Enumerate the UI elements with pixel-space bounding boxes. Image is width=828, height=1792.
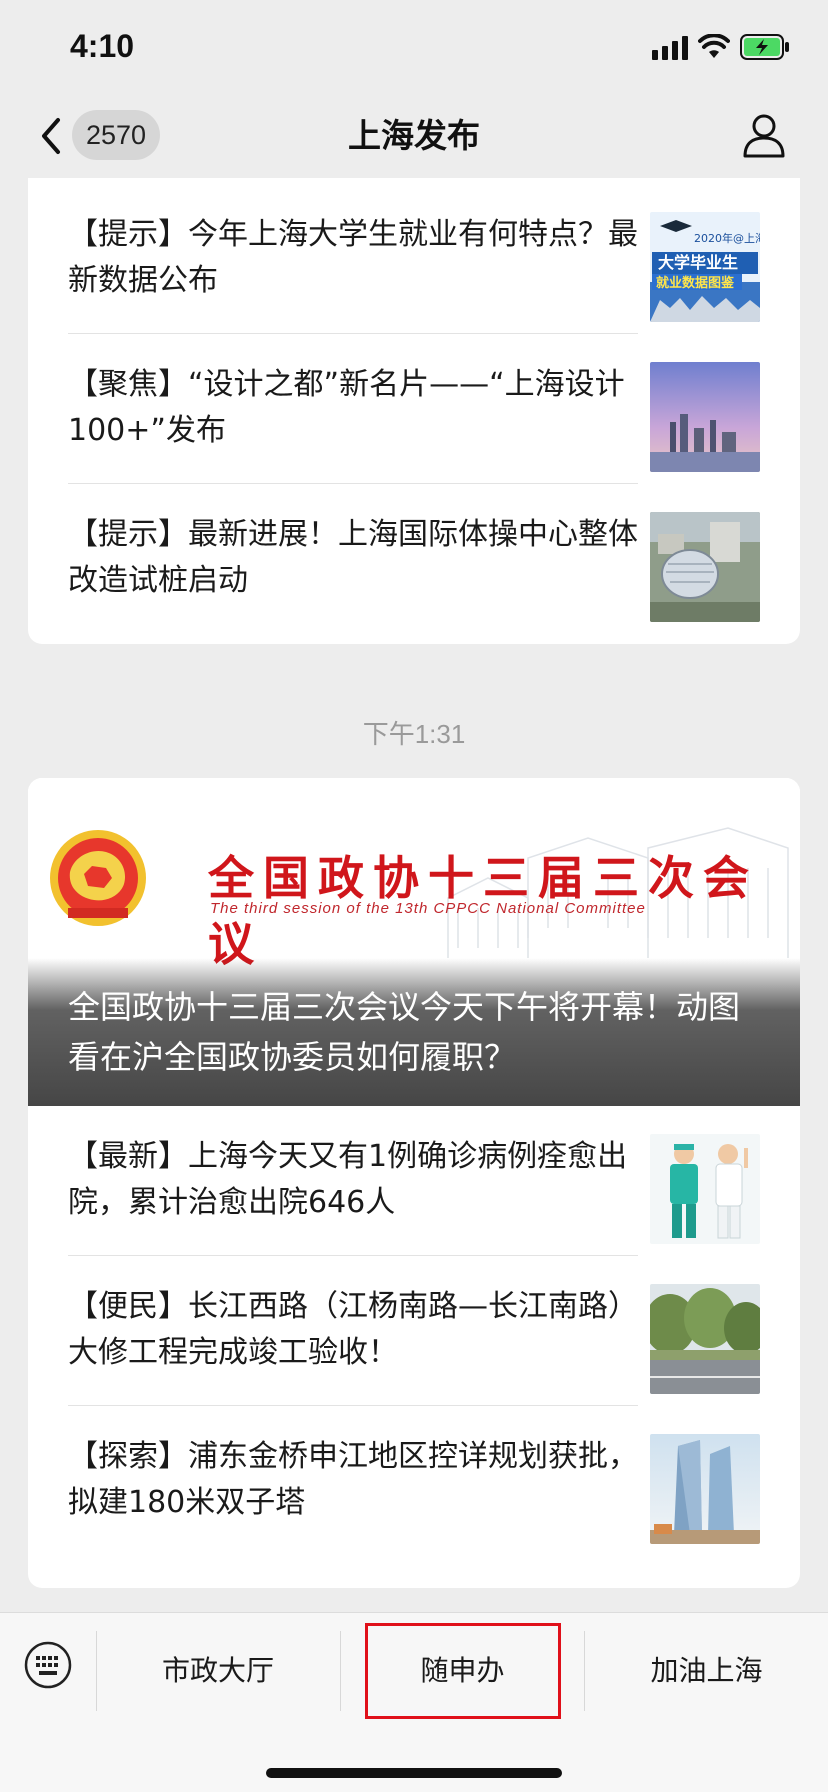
article-thumbnail-graduate: 2020年@上海 大学毕业生 就业数据图鉴 xyxy=(650,212,760,322)
cppcc-emblem xyxy=(50,830,146,926)
article-thumbnail-skyline xyxy=(650,362,760,472)
article-card-1: 【提示】今年上海大学生就业有何特点？最新数据公布 2020年@上海 大学毕业生 … xyxy=(28,158,800,644)
highlight-box xyxy=(365,1623,561,1719)
article-title: 【聚焦】“设计之都”新名片——“上海设计100+”发布 xyxy=(68,367,625,448)
battery-charging-icon xyxy=(740,34,789,60)
menu-item-cheer-shanghai[interactable]: 加油上海 xyxy=(585,1631,828,1711)
article-thumbnail-stadium xyxy=(650,512,760,622)
article-title: 【便民】长江西路（江杨南路—长江南路）大修工程完成竣工验收！ xyxy=(68,1289,638,1370)
article-thumbnail-twin-towers xyxy=(650,1434,760,1544)
screen: 4:10 2570 上海发布 【提示】今年上海大学生就业有何特点？最新数据公布 … xyxy=(0,0,828,1792)
article-item[interactable]: 【最新】上海今天又有1例确诊病例痊愈出院，累计治愈出院646人 xyxy=(28,1106,800,1256)
article-item[interactable]: 【便民】长江西路（江杨南路—长江南路）大修工程完成竣工验收！ xyxy=(28,1256,800,1406)
nav-bar: 2570 上海发布 xyxy=(0,100,828,178)
article-card-2: 全国政协十三届三次会议 The third session of the 13t… xyxy=(28,778,800,1588)
profile-icon[interactable] xyxy=(742,112,786,158)
article-title: 【探索】浦东金桥申江地区控详规划获批，拟建180米双子塔 xyxy=(68,1439,638,1520)
article-title: 【最新】上海今天又有1例确诊病例痊愈出院，累计治愈出院646人 xyxy=(68,1139,628,1220)
bottom-menu-bar: 市政大厅 随申办 加油上海 xyxy=(0,1612,828,1792)
page-title: 上海发布 xyxy=(348,116,480,155)
article-item[interactable]: 【探索】浦东金桥申江地区控详规划获批，拟建180米双子塔 xyxy=(28,1406,800,1556)
article-thumbnail-road xyxy=(650,1284,760,1394)
cellular-signal-icon xyxy=(652,36,688,60)
svg-text:大学毕业生: 大学毕业生 xyxy=(658,253,738,272)
article-title: 【提示】今年上海大学生就业有何特点？最新数据公布 xyxy=(68,217,638,298)
status-bar: 4:10 xyxy=(0,0,828,100)
timestamp-label: 下午1:31 xyxy=(362,719,466,749)
home-indicator[interactable] xyxy=(266,1768,562,1778)
featured-banner[interactable]: 全国政协十三届三次会议 The third session of the 13t… xyxy=(28,778,800,1106)
keyboard-toggle-icon[interactable] xyxy=(24,1641,72,1689)
wifi-icon xyxy=(698,34,730,58)
article-item[interactable]: 【提示】最新进展！上海国际体操中心整体改造试桩启动 xyxy=(28,484,800,634)
svg-text:2020年@上海: 2020年@上海 xyxy=(694,231,760,245)
status-time: 4:10 xyxy=(70,28,135,64)
menu-item-municipal-hall[interactable]: 市政大厅 xyxy=(97,1631,339,1711)
banner-subheading: The third session of the 13th CPPCC Nati… xyxy=(210,900,646,917)
article-title: 【提示】最新进展！上海国际体操中心整体改造试桩启动 xyxy=(68,517,638,598)
svg-text:就业数据图鉴: 就业数据图鉴 xyxy=(656,275,735,291)
article-item[interactable]: 【提示】今年上海大学生就业有何特点？最新数据公布 2020年@上海 大学毕业生 … xyxy=(28,184,800,334)
article-item[interactable]: 【聚焦】“设计之都”新名片——“上海设计100+”发布 xyxy=(28,334,800,484)
banner-article-title: 全国政协十三届三次会议今天下午将开幕！动图看在沪全国政协委员如何履职？ xyxy=(68,988,741,1076)
article-thumbnail-doctors xyxy=(650,1134,760,1244)
